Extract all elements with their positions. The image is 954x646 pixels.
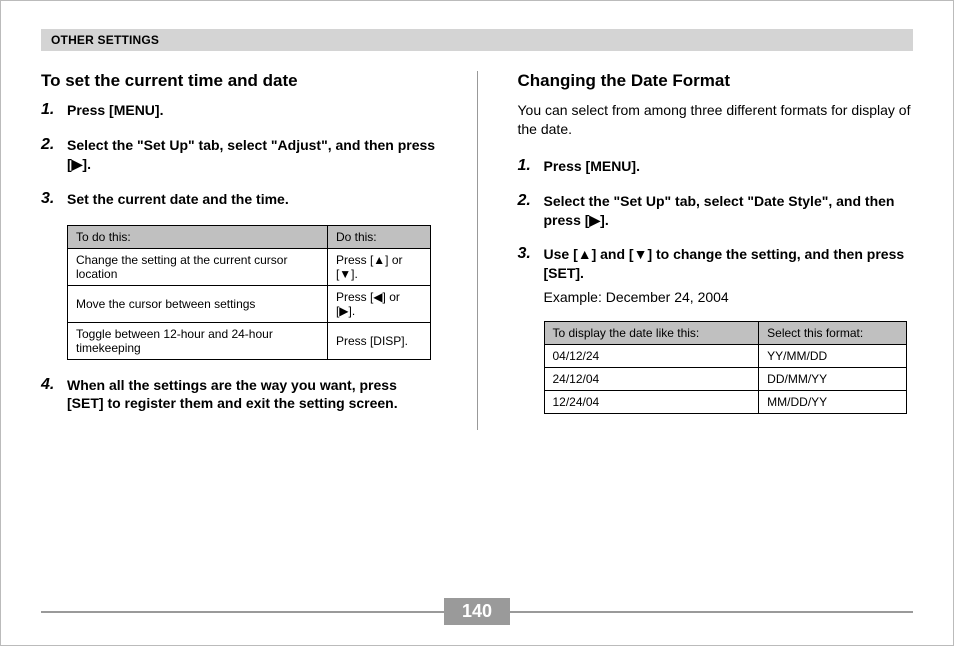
step: 3. Set the current date and the time. [41, 190, 437, 209]
table-header: Select this format: [759, 322, 907, 345]
right-intro: You can select from among three differen… [518, 101, 914, 139]
table-cell: Press [DISP]. [327, 322, 430, 359]
step-text: Press [MENU]. [67, 101, 437, 120]
step-number: 2. [41, 136, 54, 154]
table-row: 24/12/04 DD/MM/YY [544, 368, 907, 391]
table-cell: MM/DD/YY [759, 391, 907, 414]
step-number: 1. [41, 101, 54, 119]
table-cell: 24/12/04 [544, 368, 759, 391]
table-row: Change the setting at the current cursor… [68, 248, 431, 285]
table-header-row: To do this: Do this: [68, 225, 431, 248]
table-cell: Move the cursor between settings [68, 285, 328, 322]
table-row: Move the cursor between settings Press [… [68, 285, 431, 322]
table-header: Do this: [327, 225, 430, 248]
right-column: Changing the Date Format You can select … [518, 71, 914, 430]
step: 3. Use [▲] and [▼] to change the setting… [518, 245, 914, 305]
right-steps: 1. Press [MENU]. 2. Select the "Set Up" … [518, 157, 914, 305]
page-number: 140 [444, 598, 510, 625]
step-number: 3. [518, 245, 531, 263]
footer-rule-left [41, 611, 444, 613]
step-number: 2. [518, 192, 531, 210]
step-text: Select the "Set Up" tab, select "Adjust"… [67, 136, 437, 174]
table-header: To display the date like this: [544, 322, 759, 345]
table-header: To do this: [68, 225, 328, 248]
table-cell: YY/MM/DD [759, 345, 907, 368]
step-text: Set the current date and the time. [67, 190, 437, 209]
right-title: Changing the Date Format [518, 71, 914, 91]
table-header-row: To display the date like this: Select th… [544, 322, 907, 345]
left-column: To set the current time and date 1. Pres… [41, 71, 437, 430]
table-row: 04/12/24 YY/MM/DD [544, 345, 907, 368]
left-steps-cont: 4. When all the settings are the way you… [41, 376, 437, 414]
step-number: 1. [518, 157, 531, 175]
step: 4. When all the settings are the way you… [41, 376, 437, 414]
table-row: Toggle between 12-hour and 24-hour timek… [68, 322, 431, 359]
page-footer: 140 [41, 598, 913, 625]
step: 1. Press [MENU]. [518, 157, 914, 176]
table-row: 12/24/04 MM/DD/YY [544, 391, 907, 414]
step-number: 4. [41, 376, 54, 394]
content-columns: To set the current time and date 1. Pres… [41, 71, 913, 430]
table-cell: Press [▲] or [▼]. [327, 248, 430, 285]
step-text: Select the "Set Up" tab, select "Date St… [544, 192, 914, 230]
left-title: To set the current time and date [41, 71, 437, 91]
table-cell: Press [◀] or [▶]. [327, 285, 430, 322]
step-text: When all the settings are the way you wa… [67, 376, 437, 414]
left-table: To do this: Do this: Change the setting … [67, 225, 431, 360]
section-header: OTHER SETTINGS [41, 29, 913, 51]
table-cell: DD/MM/YY [759, 368, 907, 391]
step: 2. Select the "Set Up" tab, select "Adju… [41, 136, 437, 174]
left-steps: 1. Press [MENU]. 2. Select the "Set Up" … [41, 101, 437, 209]
table-cell: Change the setting at the current cursor… [68, 248, 328, 285]
step-text: Press [MENU]. [544, 157, 914, 176]
table-cell: 12/24/04 [544, 391, 759, 414]
table-cell: 04/12/24 [544, 345, 759, 368]
step-number: 3. [41, 190, 54, 208]
step: 2. Select the "Set Up" tab, select "Date… [518, 192, 914, 230]
footer-rule-right [510, 611, 913, 613]
step-text: Use [▲] and [▼] to change the setting, a… [544, 245, 914, 283]
right-table: To display the date like this: Select th… [544, 321, 908, 414]
step-example: Example: December 24, 2004 [544, 289, 914, 305]
column-divider [477, 71, 478, 430]
step: 1. Press [MENU]. [41, 101, 437, 120]
table-cell: Toggle between 12-hour and 24-hour timek… [68, 322, 328, 359]
